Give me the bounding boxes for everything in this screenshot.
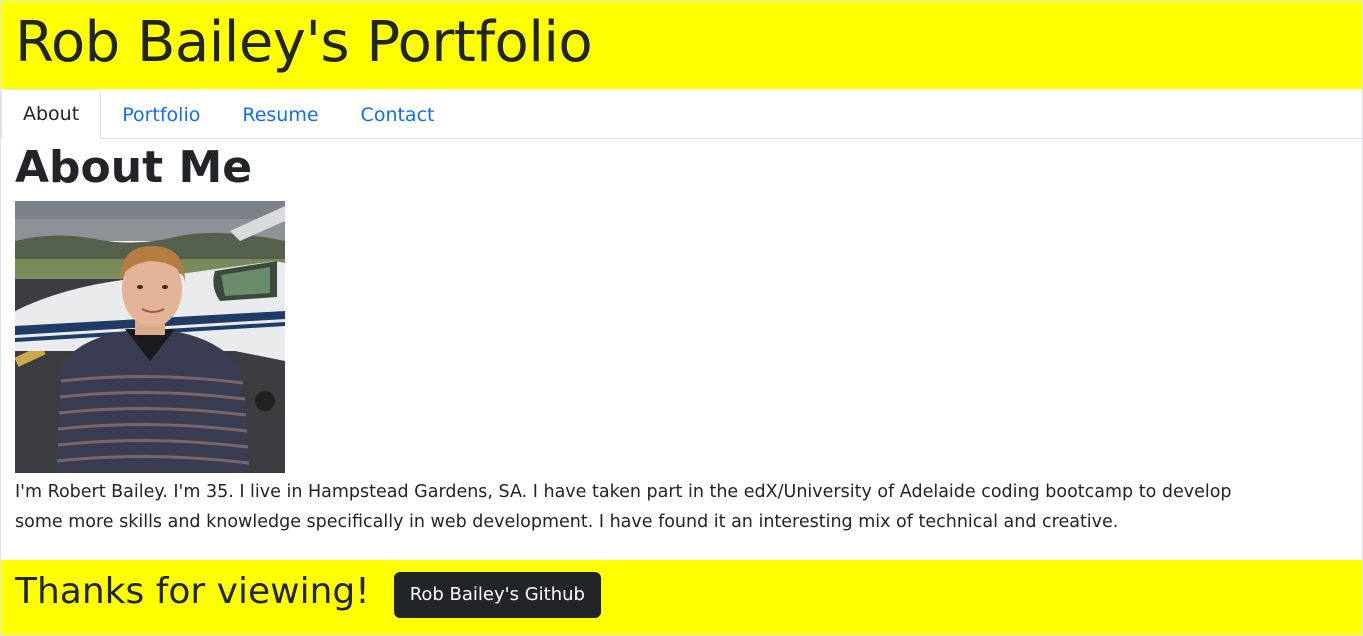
thanks-message: Thanks for viewing! [15,570,370,612]
page: Rob Bailey's Portfolio About Portfolio R… [0,0,1363,636]
nav-tabs: About Portfolio Resume Contact [1,89,1362,139]
github-button[interactable]: Rob Bailey's Github [393,571,601,618]
tab-contact[interactable]: Contact [340,90,456,139]
tab-resume[interactable]: Resume [221,90,339,139]
bio-paragraph: I'm Robert Bailey. I'm 35. I live in Ham… [15,482,1232,533]
footer-banner: Thanks for viewing! Rob Bailey's Github [1,560,1362,635]
profile-photo [15,201,285,474]
page-heading: About Me [15,142,253,193]
tab-portfolio[interactable]: Portfolio [101,90,221,139]
about-section: About Me I'm Robert Bailey. I'm 35. I li… [1,142,1362,537]
tab-about[interactable]: About [1,89,102,139]
header-banner: Rob Bailey's Portfolio [1,1,1362,89]
site-title: Rob Bailey's Portfolio [15,10,593,75]
